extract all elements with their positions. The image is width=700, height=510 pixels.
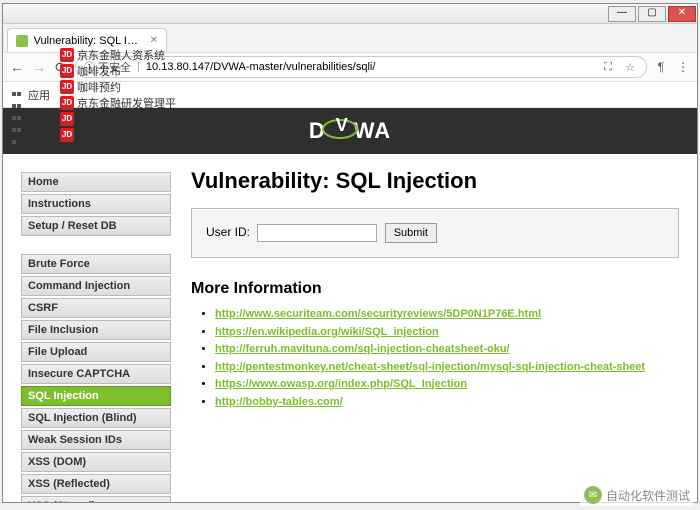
bookmark-item[interactable]: JD咖啡发布 xyxy=(60,63,176,79)
user-id-form: User ID: Submit xyxy=(191,208,679,258)
sidebar: HomeInstructionsSetup / Reset DB Brute F… xyxy=(21,154,171,502)
sidebar-item[interactable]: CSRF xyxy=(21,298,171,318)
jd-icon: JD xyxy=(60,80,74,94)
apps-icon xyxy=(11,88,25,102)
sidebar-item[interactable]: Command Injection xyxy=(21,276,171,296)
bookmark-item[interactable]: JD企业金融工作流系统 xyxy=(60,127,176,143)
info-link[interactable]: http://bobby-tables.com/ xyxy=(215,396,343,408)
tab-favicon xyxy=(16,35,28,47)
sidebar-item[interactable]: Brute Force xyxy=(21,254,171,274)
info-link[interactable]: https://www.owasp.org/index.php/SQL_Inje… xyxy=(215,378,467,390)
sidebar-item[interactable]: File Upload xyxy=(21,342,171,362)
window-minimize-button[interactable]: — xyxy=(608,6,636,22)
sidebar-item[interactable]: Home xyxy=(21,172,171,192)
bookmark-star-icon[interactable]: ☆ xyxy=(622,61,638,74)
sidebar-item[interactable]: XSS (DOM) xyxy=(21,452,171,472)
jd-icon: JD xyxy=(60,64,74,78)
sidebar-item[interactable]: XSS (Reflected) xyxy=(21,474,171,494)
bookmark-item[interactable]: JD企业金融工作流系统 xyxy=(60,111,176,127)
info-link-item: https://www.owasp.org/index.php/SQL_Inje… xyxy=(215,376,679,394)
window-titlebar: — ▢ ✕ xyxy=(3,4,697,24)
sidebar-item[interactable]: SQL Injection xyxy=(21,386,171,406)
jd-icon: JD xyxy=(60,96,74,110)
info-link-item: http://bobby-tables.com/ xyxy=(215,394,679,412)
apps-shortcut[interactable]: 应用 xyxy=(11,87,50,103)
jd-icon: JD xyxy=(60,128,74,142)
more-info-heading: More Information xyxy=(191,280,679,298)
translate-icon[interactable]: ⛶ xyxy=(600,61,616,74)
tab-close-icon[interactable]: ✕ xyxy=(150,35,158,46)
user-id-label: User ID: xyxy=(206,225,250,239)
watermark: ✉ 自动化软件测试 xyxy=(580,484,694,506)
sidebar-item[interactable]: SQL Injection (Blind) xyxy=(21,408,171,428)
sidebar-item[interactable]: Instructions xyxy=(21,194,171,214)
info-links-list: http://www.securiteam.com/securityreview… xyxy=(191,306,679,412)
info-link-item: http://www.securiteam.com/securityreview… xyxy=(215,306,679,324)
sidebar-item[interactable]: Weak Session IDs xyxy=(21,430,171,450)
info-link[interactable]: http://ferruh.mavituna.com/sql-injection… xyxy=(215,343,510,355)
page-viewport: D V WA HomeInstructionsSetup / Reset DB … xyxy=(3,108,697,502)
nav-forward-icon[interactable]: → xyxy=(31,59,47,75)
info-link[interactable]: https://en.wikipedia.org/wiki/SQL_inject… xyxy=(215,326,439,338)
info-link-item: https://en.wikipedia.org/wiki/SQL_inject… xyxy=(215,324,679,342)
jd-icon: JD xyxy=(60,48,74,62)
bookmark-item[interactable]: JD京东金融人资系统 xyxy=(60,47,176,63)
bookmarks-bar: 应用 JD京东金融人资系统 JD咖啡发布 JD咖啡预约 JD京东金融研发管理平 … xyxy=(3,82,697,108)
sidebar-item[interactable]: File Inclusion xyxy=(21,320,171,340)
info-link-item: http://pentestmonkey.net/cheat-sheet/sql… xyxy=(215,359,679,377)
nav-back-icon[interactable]: ← xyxy=(9,59,25,75)
tab-title: Vulnerability: SQL Injec xyxy=(34,35,144,47)
window-maximize-button[interactable]: ▢ xyxy=(638,6,666,22)
info-link[interactable]: http://www.securiteam.com/securityreview… xyxy=(215,308,541,320)
sidebar-item[interactable]: XSS (Stored) xyxy=(21,496,171,502)
info-link[interactable]: http://pentestmonkey.net/cheat-sheet/sql… xyxy=(215,361,645,373)
wechat-icon: ✉ xyxy=(584,486,602,504)
menu-icon[interactable]: ⋮ xyxy=(675,60,691,74)
user-id-input[interactable] xyxy=(257,224,377,242)
window-close-button[interactable]: ✕ xyxy=(668,6,696,22)
info-link-item: http://ferruh.mavituna.com/sql-injection… xyxy=(215,341,679,359)
page-title: Vulnerability: SQL Injection xyxy=(191,168,679,194)
bookmark-item[interactable]: JD咖啡预约 xyxy=(60,79,176,95)
jd-icon: JD xyxy=(60,112,74,126)
bookmark-item[interactable]: JD京东金融研发管理平 xyxy=(60,95,176,111)
sidebar-item[interactable]: Setup / Reset DB xyxy=(21,216,171,236)
sidebar-item[interactable]: Insecure CAPTCHA xyxy=(21,364,171,384)
submit-button[interactable]: Submit xyxy=(385,223,437,243)
url-text: 10.13.80.147/DVWA-master/vulnerabilities… xyxy=(146,61,375,73)
pilcrow-icon[interactable]: ¶ xyxy=(653,60,669,74)
dvwa-logo: D V WA xyxy=(309,118,391,144)
main-content: Vulnerability: SQL Injection User ID: Su… xyxy=(191,154,679,502)
